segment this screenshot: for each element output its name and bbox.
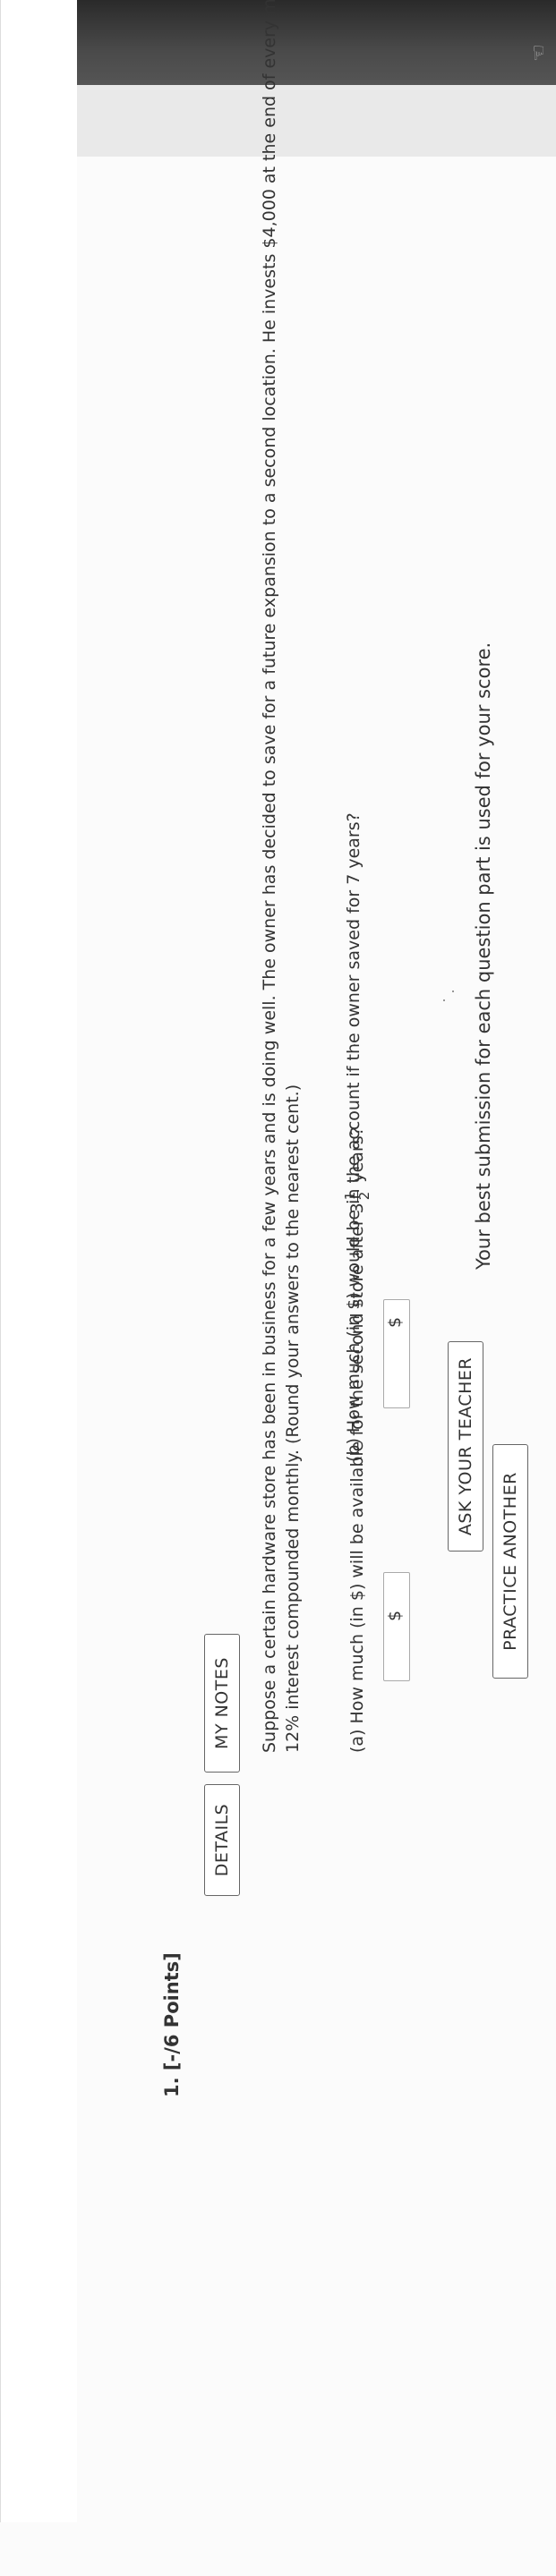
decorative-dot: [443, 999, 445, 1001]
answer-input-b[interactable]: [383, 1299, 410, 1408]
practice-another-button[interactable]: PRACTICE ANOTHER: [492, 1444, 528, 1679]
header-panel: [0, 0, 77, 2522]
best-submission-note: Your best submission for each question p…: [473, 642, 494, 1270]
hand-pointer-icon: ☜: [528, 44, 551, 62]
part-b-question: (b) How much (in $) would be in the acco…: [344, 812, 364, 1462]
currency-symbol-b: $: [385, 1316, 405, 1328]
answer-input-a[interactable]: [383, 1572, 410, 1681]
rotated-content: Your best submission for each question p…: [0, 0, 556, 2576]
problem-text-line2: 12% interest compounded monthly. (Round …: [283, 1084, 303, 1753]
ask-your-teacher-button[interactable]: ASK YOUR TEACHER: [448, 1341, 483, 1552]
decorative-dot: [452, 990, 454, 992]
details-button[interactable]: DETAILS: [204, 1784, 240, 1896]
currency-symbol-a: $: [385, 1610, 405, 1621]
problem-text-line1: Suppose a certain hardware store has bee…: [260, 0, 279, 1753]
question-number-label: 1. [-/6 Points]: [161, 1952, 183, 2097]
my-notes-button[interactable]: MY NOTES: [204, 1634, 240, 1773]
